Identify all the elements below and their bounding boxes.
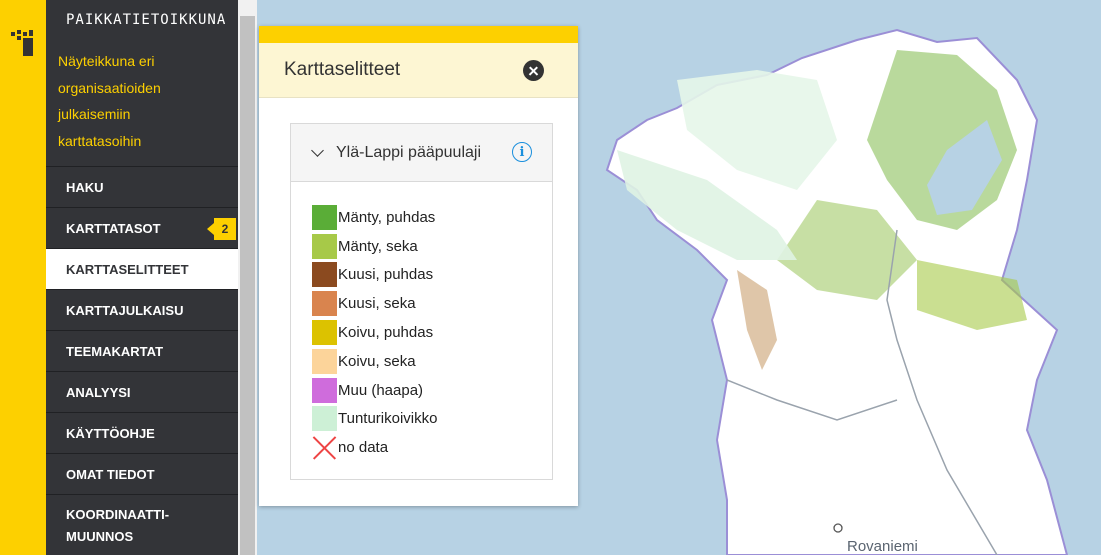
menu-item-haku[interactable]: HAKU bbox=[46, 166, 238, 207]
legend-swatch bbox=[312, 348, 337, 374]
legend-item: Mänty, seka bbox=[312, 232, 552, 261]
sidebar-scrollbar[interactable] bbox=[238, 0, 257, 555]
legend-item-label: Muu (haapa) bbox=[338, 381, 424, 399]
tagline-line: karttatasoihin bbox=[58, 132, 142, 149]
menu-item-label: KARTTAJULKAISU bbox=[66, 302, 184, 318]
sidebar: PAIKKATIETOIKKUNA Näyteikkuna eri organi… bbox=[46, 0, 238, 555]
close-icon[interactable] bbox=[523, 60, 544, 81]
legend-swatch bbox=[312, 377, 337, 403]
menu-item-koordinaattimuunnos[interactable]: KOORDINAATTI- MUUNNOS bbox=[46, 494, 238, 555]
legend-layer-title: Ylä-Lappi pääpuulaji bbox=[336, 143, 481, 161]
legend-panel: Karttaselitteet Ylä-Lappi pääpuulaji i M… bbox=[259, 26, 578, 506]
brand-title: PAIKKATIETOIKKUNA bbox=[66, 12, 227, 28]
legend-item-label: Mänty, seka bbox=[338, 237, 418, 255]
legend-swatch bbox=[312, 406, 337, 432]
legend-item: Kuusi, puhdas bbox=[312, 261, 552, 290]
tagline-line: julkaisemiin bbox=[58, 106, 131, 122]
menu-item-label: KÄYTTÖOHJE bbox=[66, 425, 155, 441]
legend-item-label: Tunturikoivikko bbox=[338, 410, 438, 428]
legend-item-label: no data bbox=[338, 439, 389, 457]
rovaniemi-marker bbox=[833, 523, 843, 533]
legend-item: Tunturikoivikko bbox=[312, 405, 552, 434]
no-data-cross-icon bbox=[312, 435, 337, 460]
tagline: Näyteikkuna eri organisaatioiden julkais… bbox=[46, 44, 238, 166]
scrollbar-thumb[interactable] bbox=[240, 16, 255, 555]
panel-header: Karttaselitteet bbox=[259, 43, 578, 98]
info-icon[interactable]: i bbox=[512, 142, 532, 162]
legend-item-label: Mänty, puhdas bbox=[338, 208, 436, 226]
legend-item: Kuusi, seka bbox=[312, 289, 552, 318]
legend-swatch bbox=[312, 204, 337, 230]
legend-swatch bbox=[312, 291, 337, 317]
menu-item-karttatasot[interactable]: KARTTATASOT 2 bbox=[46, 207, 238, 248]
main-menu: HAKU KARTTATASOT 2 KARTTASELITTEET KARTTA… bbox=[46, 166, 238, 555]
menu-item-omat-tiedot[interactable]: OMAT TIEDOT bbox=[46, 453, 238, 494]
menu-item-karttaselitteet[interactable]: KARTTASELITTEET bbox=[46, 248, 238, 289]
panel-top-bar bbox=[259, 26, 578, 43]
logo-strip bbox=[0, 0, 46, 555]
legend-item-label: Koivu, seka bbox=[338, 352, 416, 370]
tagline-line: Näyteikkuna eri bbox=[58, 53, 155, 69]
menu-item-analyysi[interactable]: ANALYYSI bbox=[46, 371, 238, 412]
panel-title: Karttaselitteet bbox=[284, 59, 401, 80]
legend-item-label: Koivu, puhdas bbox=[338, 324, 434, 342]
legend-layer-header[interactable]: Ylä-Lappi pääpuulaji i bbox=[291, 124, 552, 182]
legend-item: no data bbox=[312, 433, 552, 462]
legend-item: Koivu, puhdas bbox=[312, 318, 552, 347]
menu-item-label: KARTTATASOT bbox=[66, 220, 161, 236]
menu-item-label: KOORDINAATTI- MUUNNOS bbox=[66, 504, 169, 548]
menu-item-label: HAKU bbox=[66, 179, 104, 195]
chevron-down-icon[interactable] bbox=[311, 143, 324, 157]
brand: PAIKKATIETOIKKUNA bbox=[46, 0, 238, 44]
legend-item-label: Kuusi, puhdas bbox=[338, 266, 434, 284]
menu-item-label: OMAT TIEDOT bbox=[66, 466, 155, 482]
legend-item: Koivu, seka bbox=[312, 347, 552, 376]
legend-swatch bbox=[312, 320, 337, 346]
menu-item-karttajulkaisu[interactable]: KARTTAJULKAISU bbox=[46, 289, 238, 330]
menu-item-teemakartat[interactable]: TEEMAKARTAT bbox=[46, 330, 238, 371]
map-place-label: Rovaniemi bbox=[847, 538, 918, 555]
menu-item-label-line: KOORDINAATTI- bbox=[66, 506, 170, 522]
legend-item: Mänty, puhdas bbox=[312, 203, 552, 232]
legend-swatch bbox=[312, 262, 337, 288]
menu-item-kayttoohje[interactable]: KÄYTTÖOHJE bbox=[46, 412, 238, 453]
legend-item-label: Kuusi, seka bbox=[338, 295, 416, 313]
legend-items: Mänty, puhdas Mänty, seka Kuusi, puhdas … bbox=[291, 182, 552, 462]
legend-swatch bbox=[312, 233, 337, 259]
legend-item: Muu (haapa) bbox=[312, 376, 552, 405]
tagline-line: organisaatioiden bbox=[58, 79, 161, 96]
menu-item-label-line: MUUNNOS bbox=[66, 528, 134, 544]
menu-item-label: TEEMAKARTAT bbox=[66, 343, 164, 359]
menu-item-label: KARTTASELITTEET bbox=[66, 261, 189, 277]
menu-item-label: ANALYYSI bbox=[66, 384, 131, 400]
legend-layer-box: Ylä-Lappi pääpuulaji i Mänty, puhdas Män… bbox=[290, 123, 553, 480]
layer-count-badge: 2 bbox=[207, 218, 236, 240]
paikkatietoikkuna-logo-icon[interactable] bbox=[9, 28, 37, 58]
